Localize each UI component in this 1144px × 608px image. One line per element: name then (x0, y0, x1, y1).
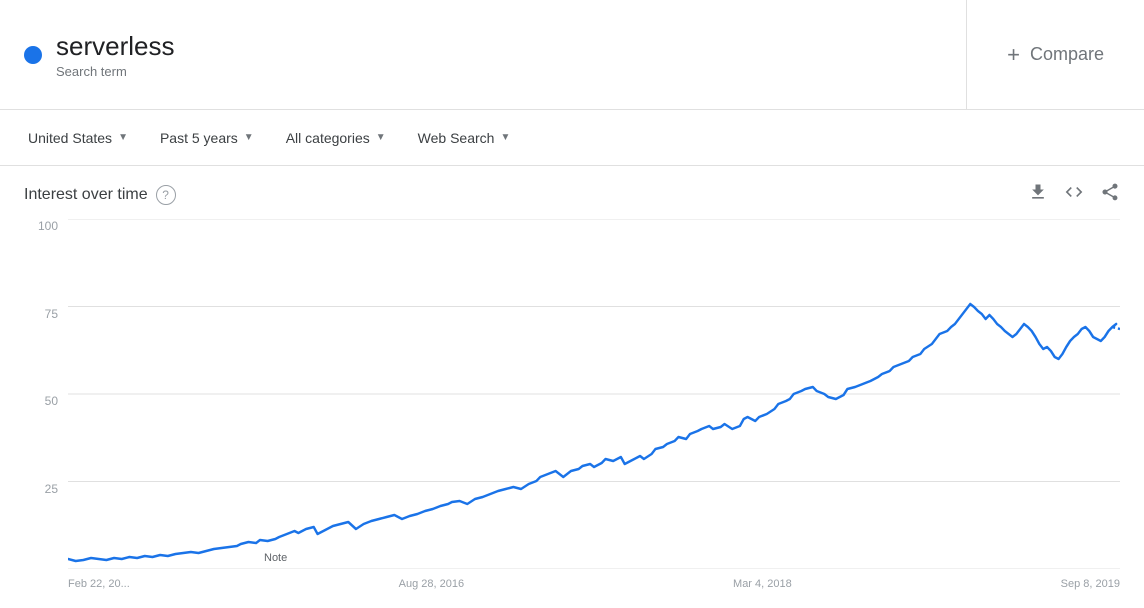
search-term-section: serverless Search term (0, 0, 967, 109)
chart-title-row: Interest over time ? (24, 185, 176, 205)
compare-section[interactable]: + Compare (967, 22, 1144, 88)
download-button[interactable] (1028, 182, 1048, 207)
category-label: All categories (286, 130, 370, 146)
y-label-50: 50 (24, 394, 64, 408)
region-filter[interactable]: United States ▼ (16, 124, 140, 152)
x-label-2016: Aug 28, 2016 (399, 578, 464, 590)
chart-area (68, 219, 1120, 569)
trend-chart-svg (68, 219, 1120, 569)
search-term-title[interactable]: serverless (56, 31, 174, 62)
search-term-text: serverless Search term (56, 31, 174, 79)
y-axis-labels: 100 75 50 25 (24, 219, 64, 569)
x-label-2019: Sep 8, 2019 (1061, 578, 1120, 590)
search-type-label: Web Search (418, 130, 495, 146)
y-label-75: 75 (24, 307, 64, 321)
note-label: Note (264, 552, 287, 564)
compare-label: Compare (1030, 44, 1104, 65)
category-filter[interactable]: All categories ▼ (274, 124, 398, 152)
search-type-arrow-icon: ▼ (500, 132, 510, 143)
time-period-label: Past 5 years (160, 130, 238, 146)
time-period-filter[interactable]: Past 5 years ▼ (148, 124, 266, 152)
search-type-filter[interactable]: Web Search ▼ (406, 124, 523, 152)
x-label-start: Feb 22, 20... (68, 578, 130, 590)
y-label-100: 100 (24, 219, 64, 233)
chart-title: Interest over time (24, 186, 148, 204)
region-label: United States (28, 130, 112, 146)
compare-plus-icon: + (1007, 42, 1020, 68)
region-arrow-icon: ▼ (118, 132, 128, 143)
search-term-dot (24, 46, 42, 64)
x-axis-labels: Feb 22, 20... Aug 28, 2016 Mar 4, 2018 S… (68, 569, 1120, 599)
y-label-25: 25 (24, 482, 64, 496)
chart-container: 100 75 50 25 Note Feb 22, 20 (24, 219, 1120, 599)
top-bar: serverless Search term + Compare (0, 0, 1144, 110)
chart-section: Interest over time ? 100 75 50 25 (0, 166, 1144, 599)
search-term-label: Search term (56, 64, 174, 79)
time-period-arrow-icon: ▼ (244, 132, 254, 143)
embed-button[interactable] (1064, 182, 1084, 207)
chart-actions (1028, 182, 1120, 207)
x-label-2018: Mar 4, 2018 (733, 578, 792, 590)
help-icon[interactable]: ? (156, 185, 176, 205)
chart-header: Interest over time ? (24, 182, 1120, 207)
share-button[interactable] (1100, 182, 1120, 207)
category-arrow-icon: ▼ (376, 132, 386, 143)
filters-bar: United States ▼ Past 5 years ▼ All categ… (0, 110, 1144, 166)
